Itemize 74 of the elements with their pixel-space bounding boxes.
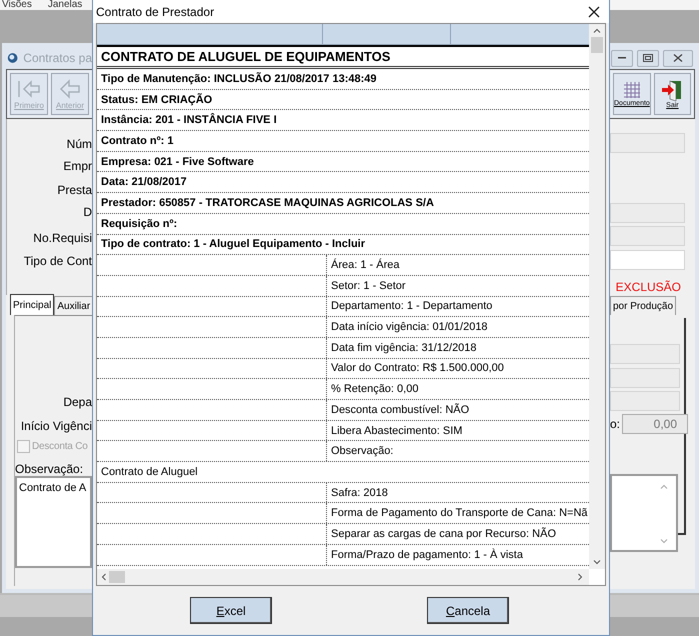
input-field[interactable]: [610, 226, 685, 246]
window-title: Contratos pa: [23, 51, 92, 65]
observation-field[interactable]: Contrato de A: [15, 476, 92, 568]
tab[interactable]: Principal: [10, 294, 54, 315]
input-field[interactable]: [610, 391, 680, 411]
minimize-icon: [618, 57, 626, 59]
table-cell-text: Departamento: 1 - Departamento: [330, 300, 492, 312]
report-line: Contrato de Aluguel: [101, 466, 198, 478]
field-label: Depa: [63, 395, 92, 409]
scrollbar-thumb[interactable]: [109, 571, 125, 583]
field-label: o:: [610, 417, 620, 431]
close-icon[interactable]: [588, 6, 600, 18]
table-cell-text: Data fim vigência: 31/12/2018: [330, 342, 477, 354]
horizontal-scrollbar[interactable]: [97, 569, 589, 585]
minimize-button[interactable]: [611, 50, 634, 66]
field-label: Núm: [66, 137, 92, 151]
table-cell-text: Safra: 2018: [330, 486, 388, 499]
scroll-down-icon[interactable]: [593, 560, 601, 565]
value-field[interactable]: 0,00: [622, 414, 688, 434]
dialog-title: Contrato de Prestador: [96, 4, 214, 18]
table-cell-text: Valor do Contrato: R$ 1.500.000,00: [330, 362, 504, 374]
field-label: Presta: [57, 183, 92, 197]
close-button[interactable]: [663, 50, 693, 66]
field-label: No.Requisi: [33, 231, 92, 245]
first-record-icon: [16, 78, 42, 100]
tab[interactable]: por Produção: [610, 296, 676, 315]
table-cell-text: Setor: 1 - Setor: [330, 280, 406, 292]
tab[interactable]: Auxiliar: [54, 296, 92, 315]
status-text: EXCLUSÃO: [616, 280, 681, 294]
table-cell-text: Área: 1 - Área: [330, 259, 400, 272]
table-cell-text: % Retenção: 0,00: [330, 383, 418, 396]
report-line: Requisição nº:: [101, 218, 178, 230]
report-line: Instância: 201 - INSTÂNCIA FIVE I: [101, 114, 277, 126]
exit-door-icon: [661, 79, 684, 101]
close-icon: [673, 54, 684, 62]
menu-item[interactable]: Visões: [2, 0, 32, 10]
excel-button[interactable]: Excel: [190, 597, 272, 624]
table-cell-text: Forma de Pagamento do Transporte de Cana: N=Nã: [330, 507, 588, 520]
menu-item[interactable]: Janelas: [48, 0, 82, 10]
table-cell-text: Observação:: [330, 445, 394, 458]
table-cell-text: Forma/Prazo de pagamento: 1 - À vista: [330, 548, 523, 561]
checkbox-label: Desconta Co: [32, 441, 88, 452]
input-field[interactable]: [610, 368, 680, 388]
grid-icon: [622, 81, 641, 99]
previous-record-icon: [57, 78, 83, 100]
scroll-left-icon[interactable]: [101, 573, 106, 581]
cancel-button[interactable]: Cancela: [427, 597, 509, 624]
scroll-right-icon[interactable]: [578, 573, 583, 581]
report-line: Contrato nº: 1: [101, 134, 174, 147]
input-field[interactable]: [610, 133, 685, 153]
field-label: Observação:: [15, 462, 84, 476]
report-line: Tipo de contrato: 1 - Aluguel Equipamento - Incluir: [101, 238, 366, 250]
scroll-up-icon[interactable]: [593, 28, 601, 33]
scrollbar-thumb[interactable]: [591, 37, 603, 53]
table-cell-text: Libera Abastecimento: SIM: [330, 424, 462, 437]
input-field[interactable]: [610, 203, 685, 223]
table-cell-text: Desconta combustível: NÃO: [330, 404, 470, 416]
maximize-button[interactable]: [637, 50, 660, 66]
table-cell-text: Separar as cargas de cana por Recurso: NÃO: [330, 528, 556, 540]
input-field[interactable]: [610, 250, 685, 270]
table-cell-text: Data início vigência: 01/01/2018: [330, 321, 488, 334]
field-label: Empr: [63, 159, 92, 173]
report-line: Empresa: 021 - Five Software: [101, 156, 254, 168]
report-line: Prestador: 650857 - TRATORCASE MAQUINAS AGRICOLAS S/A: [101, 196, 434, 209]
report-title: CONTRATO DE ALUGUEL DE EQUIPAMENTOS: [101, 49, 390, 64]
field-label: Tipo de Cont: [24, 254, 92, 268]
input-field[interactable]: [610, 344, 680, 364]
report-line: Data: 21/08/2017: [101, 176, 187, 188]
field-label: D: [83, 205, 92, 219]
maximize-icon: [643, 54, 654, 62]
field-label: Início Vigênci: [20, 419, 92, 433]
report-line: Status: EM CRIAÇÃO: [101, 94, 212, 106]
report-line: Tipo de Manutenção: INCLUSÃO 21/08/2017 13:48:49: [101, 72, 376, 85]
vertical-scrollbar[interactable]: [589, 24, 605, 569]
